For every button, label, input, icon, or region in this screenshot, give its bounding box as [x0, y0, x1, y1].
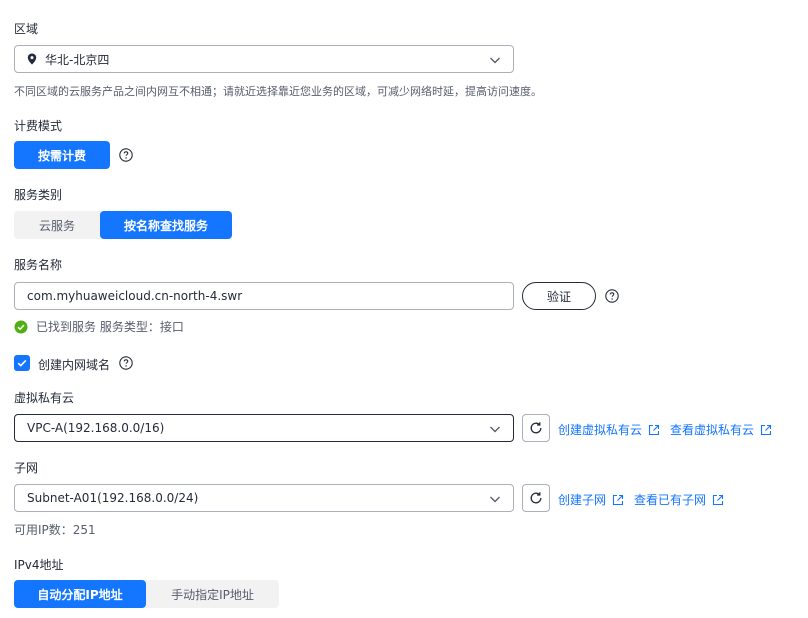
- subnet-label: 子网: [14, 461, 39, 475]
- subnet-select[interactable]: Subnet-A01(192.168.0.0/24): [14, 484, 514, 512]
- check-icon: [17, 359, 27, 367]
- refresh-icon: [530, 492, 542, 504]
- external-link-icon: [612, 494, 624, 505]
- external-link-icon: [712, 494, 724, 505]
- region-hint: 不同区域的云服务产品之间内网互不相通；请就近选择靠近您业务的区域，可减少网络时延…: [14, 85, 542, 98]
- vpc-select[interactable]: VPC-A(192.168.0.0/16): [14, 414, 514, 442]
- tab-auto-assign-ip[interactable]: 自动分配IP地址: [14, 580, 146, 608]
- refresh-icon: [530, 422, 542, 434]
- subnet-value: Subnet-A01(192.168.0.0/24): [27, 491, 199, 505]
- help-icon[interactable]: [605, 289, 619, 303]
- service-type-segmented: 云服务 按名称查找服务: [14, 211, 232, 239]
- chevron-down-icon: [490, 57, 500, 64]
- tab-find-by-name[interactable]: 按名称查找服务: [100, 211, 232, 239]
- region-label: 区域: [14, 22, 39, 36]
- service-status: 已找到服务 服务类型：接口: [14, 318, 184, 335]
- private-dns-label: 创建内网域名: [38, 358, 111, 372]
- create-subnet-link[interactable]: 创建子网: [558, 491, 624, 508]
- subnet-refresh-button[interactable]: [522, 484, 550, 512]
- ipv4-segmented: 自动分配IP地址 手动指定IP地址: [14, 580, 279, 608]
- create-vpc-link-text: 创建虚拟私有云: [558, 423, 643, 437]
- view-subnet-link[interactable]: 查看已有子网: [634, 491, 724, 508]
- vpc-refresh-button[interactable]: [522, 414, 550, 442]
- tab-cloud-service[interactable]: 云服务: [14, 211, 100, 239]
- success-check-icon: [14, 320, 28, 333]
- private-dns-checkbox[interactable]: [14, 355, 30, 371]
- ipv4-label: IPv4地址: [14, 558, 64, 572]
- service-name-label: 服务名称: [14, 258, 63, 272]
- service-type-label: 服务类别: [14, 188, 63, 202]
- region-select[interactable]: 华北-北京四: [14, 45, 514, 73]
- vpc-value: VPC-A(192.168.0.0/16): [27, 421, 165, 435]
- billing-on-demand-button[interactable]: 按需计费: [14, 141, 110, 169]
- view-vpc-link-text: 查看虚拟私有云: [670, 423, 755, 437]
- verify-button[interactable]: 验证: [522, 282, 596, 310]
- external-link-icon: [648, 424, 660, 435]
- chevron-down-icon: [490, 496, 500, 503]
- vpc-label: 虚拟私有云: [14, 391, 75, 405]
- create-vpc-link[interactable]: 创建虚拟私有云: [558, 421, 660, 438]
- location-pin-icon: [27, 53, 37, 65]
- region-value: 华北-北京四: [45, 52, 110, 67]
- service-name-input[interactable]: [14, 282, 514, 310]
- help-icon[interactable]: [119, 148, 133, 162]
- tab-manual-ip[interactable]: 手动指定IP地址: [146, 580, 279, 608]
- external-link-icon: [760, 424, 772, 435]
- service-status-text: 已找到服务 服务类型：接口: [36, 320, 184, 334]
- view-subnet-link-text: 查看已有子网: [634, 493, 707, 507]
- available-ips: 可用IP数：251: [14, 523, 96, 537]
- view-vpc-link[interactable]: 查看虚拟私有云: [670, 421, 772, 438]
- billing-label: 计费模式: [14, 119, 63, 133]
- help-icon[interactable]: [119, 356, 133, 370]
- chevron-down-icon: [490, 426, 500, 433]
- create-subnet-link-text: 创建子网: [558, 493, 607, 507]
